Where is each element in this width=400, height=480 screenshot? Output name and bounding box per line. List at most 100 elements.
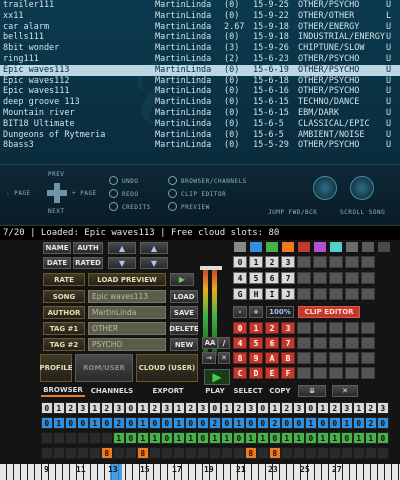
pattern-cell[interactable]: 1 [53, 417, 65, 429]
pattern-cell[interactable]: 1 [113, 432, 125, 444]
keypad-empty-key[interactable] [361, 272, 375, 284]
play-preview-button[interactable]: ▶ [170, 273, 194, 286]
keypad-empty-key[interactable] [313, 337, 327, 349]
pattern-cell[interactable]: 2 [185, 402, 197, 414]
pattern-cell[interactable]: 3 [197, 402, 209, 414]
pen-icon-button[interactable]: / [218, 337, 230, 349]
pattern-cell[interactable]: 0 [233, 432, 245, 444]
keypad-key[interactable]: 4 [233, 337, 247, 349]
pattern-cell[interactable]: 2 [233, 402, 245, 414]
keypad-empty-key[interactable] [329, 322, 343, 334]
keypad-empty-key[interactable] [313, 288, 327, 300]
song-row[interactable]: car alarm MartinLinda 2.67 15-9-18 OTHER/ENE… [0, 22, 400, 33]
pattern-cell[interactable]: 0 [161, 432, 173, 444]
pattern-cell[interactable] [197, 447, 209, 459]
pattern-cell[interactable]: 0 [125, 402, 137, 414]
keypad-empty-key[interactable] [361, 256, 375, 268]
pattern-cell[interactable]: 2 [101, 402, 113, 414]
pattern-cell[interactable]: 0 [305, 432, 317, 444]
arrow-down-alt-button[interactable]: ▼ [140, 257, 168, 269]
keypad-empty-key[interactable] [329, 352, 343, 364]
pattern-cell[interactable] [41, 432, 53, 444]
keypad-empty-key[interactable] [361, 352, 375, 364]
pattern-cell[interactable]: 2 [365, 402, 377, 414]
keypad-key[interactable]: C [233, 367, 247, 379]
arrow-up-button[interactable]: ▲ [108, 242, 136, 254]
move-down-button[interactable]: ⇊ [298, 385, 326, 397]
color-swatch[interactable] [345, 241, 359, 253]
keypad-empty-key[interactable] [313, 322, 327, 334]
keypad-empty-key[interactable] [329, 256, 343, 268]
sort-name-button[interactable]: NAME [43, 242, 71, 254]
color-swatch[interactable] [281, 241, 295, 253]
pattern-cell[interactable] [53, 447, 65, 459]
color-swatch[interactable] [265, 241, 279, 253]
close-button[interactable]: ✕ [218, 352, 230, 364]
pattern-cell[interactable] [149, 447, 161, 459]
song-row[interactable]: deep groove 113 MartinLinda (0) 15-6-15 TECH… [0, 97, 400, 108]
new-button[interactable]: NEW [170, 338, 198, 351]
sort-date-button[interactable]: DATE [43, 257, 71, 269]
pattern-cell[interactable]: 2 [149, 402, 161, 414]
play-button[interactable]: ▶ [204, 369, 230, 385]
pattern-cell[interactable]: 0 [125, 417, 137, 429]
keypad-key[interactable]: 8 [233, 352, 247, 364]
pattern-cell[interactable]: 0 [185, 417, 197, 429]
pattern-cell[interactable]: 1 [341, 417, 353, 429]
pattern-cell[interactable] [161, 447, 173, 459]
keypad-key[interactable]: 0 [233, 322, 247, 334]
pattern-cell[interactable]: 2 [365, 417, 377, 429]
pattern-cell[interactable]: 3 [341, 402, 353, 414]
pattern-cell[interactable]: 0 [353, 417, 365, 429]
song-row[interactable]: BIT18 Ultimate MartinLinda (0) 15-6-5 CLASSI… [0, 119, 400, 130]
delete-button[interactable]: DELETE [169, 322, 199, 335]
song-row[interactable]: Mountain river MartinLinda (0) 15-6-15 EBM/D… [0, 108, 400, 119]
color-swatch[interactable] [297, 241, 311, 253]
keypad-key[interactable]: 1 [249, 322, 263, 334]
pattern-cell[interactable]: 1 [365, 432, 377, 444]
delete-x-button[interactable]: ✕ [332, 385, 358, 397]
keypad-key[interactable]: 7 [281, 272, 295, 284]
pattern-cell[interactable]: 0 [101, 417, 113, 429]
pattern-cell[interactable]: 2 [65, 402, 77, 414]
keypad-key[interactable]: 2 [265, 322, 279, 334]
pattern-cell[interactable] [293, 447, 305, 459]
insert-button[interactable]: → [202, 352, 216, 364]
keypad-key[interactable]: 1 [249, 256, 263, 268]
pattern-cell[interactable] [77, 432, 89, 444]
pattern-cell[interactable]: 0 [269, 432, 281, 444]
profile-button[interactable]: PROFILE [39, 354, 73, 382]
pattern-cell[interactable] [53, 432, 65, 444]
pattern-cell[interactable] [65, 447, 77, 459]
pattern-cell[interactable] [305, 447, 317, 459]
tab-browser[interactable]: BROWSER [41, 385, 85, 397]
pattern-cell[interactable]: 2 [113, 417, 125, 429]
pattern-cell[interactable] [113, 447, 125, 459]
keypad-empty-key[interactable] [361, 288, 375, 300]
pattern-cell[interactable]: 0 [377, 417, 389, 429]
keypad-empty-key[interactable] [345, 256, 359, 268]
keypad-empty-key[interactable] [313, 256, 327, 268]
song-field[interactable]: Epic waves113 [88, 290, 166, 303]
pattern-cell[interactable]: 1 [257, 432, 269, 444]
keypad-key[interactable]: 7 [281, 337, 295, 349]
keypad-empty-key[interactable] [345, 337, 359, 349]
pattern-cell[interactable]: 1 [329, 432, 341, 444]
load-preview-button[interactable]: LOAD PREVIEW [88, 273, 166, 286]
keypad-key[interactable]: I [265, 288, 279, 300]
keypad-key[interactable]: 3 [281, 256, 295, 268]
pattern-cell[interactable]: 1 [53, 402, 65, 414]
keypad-empty-key[interactable] [329, 337, 343, 349]
pattern-cell[interactable]: 3 [113, 402, 125, 414]
pattern-cell[interactable] [221, 447, 233, 459]
pattern-cell[interactable] [329, 447, 341, 459]
pattern-cell[interactable]: 1 [209, 432, 221, 444]
clip-editor-button[interactable]: CLIP EDITOR [298, 306, 360, 318]
pattern-cell[interactable]: 1 [173, 402, 185, 414]
pattern-cell[interactable]: 0 [281, 417, 293, 429]
pattern-cell[interactable]: 3 [377, 402, 389, 414]
tag1-field[interactable]: OTHER [88, 322, 166, 335]
pattern-cell[interactable]: 0 [197, 432, 209, 444]
keypad-empty-key[interactable] [297, 322, 311, 334]
keypad-empty-key[interactable] [345, 322, 359, 334]
